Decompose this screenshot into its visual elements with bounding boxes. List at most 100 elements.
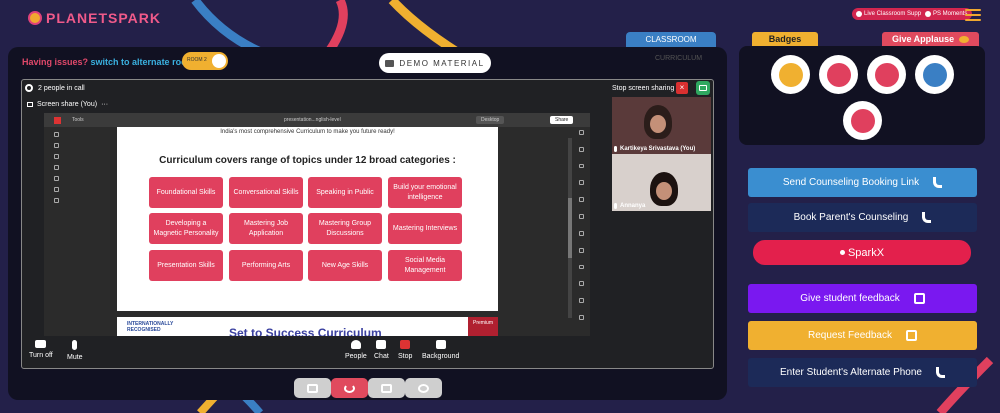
participant-video[interactable]: Kartikeya Srivastava (You) bbox=[612, 97, 711, 154]
camera-icon bbox=[35, 340, 47, 348]
badge-trophy[interactable] bbox=[771, 55, 810, 94]
stop-sharing-label[interactable]: Stop screen sharing bbox=[612, 85, 674, 92]
document-title: presentation...nglish-level bbox=[284, 117, 341, 123]
people-button[interactable]: People bbox=[345, 340, 367, 360]
medal-icon bbox=[850, 108, 875, 133]
call-info: 2 people in call bbox=[25, 84, 85, 92]
background-button[interactable]: Background bbox=[422, 340, 459, 360]
stop-sharing-close-button[interactable]: × bbox=[676, 82, 688, 94]
participant-video[interactable]: Annanya bbox=[612, 154, 711, 211]
gear-icon[interactable] bbox=[25, 84, 33, 92]
mute-button[interactable]: Mute bbox=[67, 340, 83, 361]
stop-share-icon bbox=[400, 340, 411, 349]
participant-avatar bbox=[644, 105, 672, 139]
issue-text: Having issues? bbox=[22, 57, 89, 67]
category-box: Speaking in Public bbox=[308, 177, 382, 208]
badge-idea[interactable] bbox=[915, 55, 954, 94]
screen-share-button[interactable] bbox=[368, 378, 405, 398]
more-options-icon[interactable]: ··· bbox=[101, 101, 108, 108]
demo-material-button[interactable]: DEMO MATERIAL bbox=[379, 53, 491, 73]
crown-icon bbox=[28, 11, 42, 25]
stop-label: Stop bbox=[398, 353, 413, 360]
editor-tool-strip bbox=[50, 129, 62, 204]
participant-name: Annanya bbox=[620, 203, 646, 209]
badge-medal[interactable] bbox=[843, 101, 882, 140]
room-toggle[interactable]: ROOM 2 bbox=[182, 52, 228, 70]
sparkx-button[interactable]: SparkX bbox=[753, 240, 971, 265]
app-icon bbox=[54, 117, 61, 124]
planetspark-logo[interactable]: PLANETSPARK bbox=[28, 10, 161, 26]
tab-classroom[interactable]: CLASSROOM bbox=[626, 32, 716, 47]
category-box: Build your emotional intelligence bbox=[388, 177, 462, 208]
toggle-knob bbox=[212, 54, 226, 68]
desktop-dropdown: Desktop bbox=[476, 116, 505, 124]
book-parent-counseling-button[interactable]: Book Parent's Counseling bbox=[748, 203, 977, 232]
power-icon bbox=[344, 383, 355, 393]
end-call-button[interactable] bbox=[331, 378, 368, 398]
badge-robot[interactable] bbox=[819, 55, 858, 94]
phone-icon bbox=[933, 177, 943, 188]
logo-text: PLANETSPARK bbox=[46, 10, 161, 26]
badge-star[interactable] bbox=[867, 55, 906, 94]
participant-name-tag: Kartikeya Srivastava (You) bbox=[614, 146, 695, 152]
sparkx-label: SparkX bbox=[847, 246, 885, 259]
people-icon bbox=[350, 340, 361, 349]
tab-badges[interactable]: Badges bbox=[752, 32, 818, 47]
idea-icon bbox=[922, 62, 947, 87]
document-icon bbox=[905, 330, 917, 341]
recognition-badge: INTERNATIONALLY RECOGNISED bbox=[127, 321, 174, 333]
participant-name-tag: Annanya bbox=[614, 203, 645, 209]
robot-icon bbox=[826, 62, 851, 87]
people-label: People bbox=[345, 353, 367, 360]
slide-subtitle: India's most comprehensive Curriculum to… bbox=[220, 129, 395, 135]
camera-label: Turn off bbox=[29, 352, 53, 359]
alternate-room-link[interactable]: switch to alternate room bbox=[91, 57, 195, 67]
category-box: Mastering Group Discussions bbox=[308, 213, 382, 244]
microphone-icon bbox=[72, 340, 78, 350]
give-feedback-button[interactable]: Give student feedback bbox=[748, 284, 977, 313]
phone-icon bbox=[936, 367, 945, 378]
send-counseling-link-button[interactable]: Send Counseling Booking Link bbox=[748, 168, 977, 197]
clipboard-icon bbox=[913, 293, 925, 304]
request-feedback-button[interactable]: Request Feedback bbox=[748, 321, 977, 350]
editor-right-strip bbox=[577, 130, 585, 320]
demo-material-label: DEMO MATERIAL bbox=[399, 58, 485, 68]
background-icon bbox=[435, 340, 446, 349]
category-box: Presentation Skills bbox=[149, 250, 223, 281]
alternate-phone-button[interactable]: Enter Student's Alternate Phone bbox=[748, 358, 977, 387]
chat-button[interactable]: Chat bbox=[374, 340, 389, 360]
next-slide-title: Set to Success Curriculum bbox=[229, 326, 382, 336]
palette-button[interactable] bbox=[405, 378, 442, 398]
stop-share-button[interactable]: Stop bbox=[398, 340, 412, 360]
request-feedback-label: Request Feedback bbox=[808, 330, 892, 341]
give-applause-button[interactable]: Give Applause bbox=[882, 32, 979, 47]
hamburger-menu-icon[interactable] bbox=[965, 9, 981, 24]
star-icon bbox=[874, 62, 899, 87]
screen-share-label: Screen share (You) ··· bbox=[27, 101, 108, 108]
palette-icon bbox=[418, 383, 429, 393]
participant-name: Kartikeya Srivastava (You) bbox=[620, 146, 696, 152]
fullscreen-button[interactable] bbox=[294, 378, 331, 398]
category-box: Mastering Job Application bbox=[229, 213, 303, 244]
screen-share-text: Screen share (You) bbox=[37, 101, 98, 108]
chat-icon bbox=[376, 340, 387, 349]
spark-dot-icon bbox=[839, 250, 845, 255]
category-box: Conversational Skills bbox=[229, 177, 303, 208]
share-button: Share bbox=[550, 116, 574, 124]
presentation-slide: India's most comprehensive Curriculum to… bbox=[117, 127, 498, 311]
monitor-icon bbox=[27, 102, 33, 107]
room-toggle-label: ROOM 2 bbox=[187, 57, 207, 63]
issue-bar: Having issues? switch to alternate room bbox=[22, 57, 195, 67]
give-feedback-label: Give student feedback bbox=[800, 293, 900, 304]
layout-toggle-button[interactable] bbox=[696, 81, 710, 95]
category-box: Mastering Interviews bbox=[388, 213, 462, 244]
chat-label: Chat bbox=[374, 353, 389, 360]
book-parent-label: Book Parent's Counseling bbox=[793, 212, 909, 223]
category-box: New Age Skills bbox=[308, 250, 382, 281]
category-box: Performing Arts bbox=[229, 250, 303, 281]
people-count: 2 people in call bbox=[38, 84, 85, 92]
category-box: Foundational Skills bbox=[149, 177, 223, 208]
premium-label: Premium bbox=[468, 317, 498, 336]
tab-curriculum[interactable]: CURRICULUM bbox=[655, 55, 702, 62]
camera-toggle-button[interactable]: Turn off bbox=[29, 340, 53, 359]
